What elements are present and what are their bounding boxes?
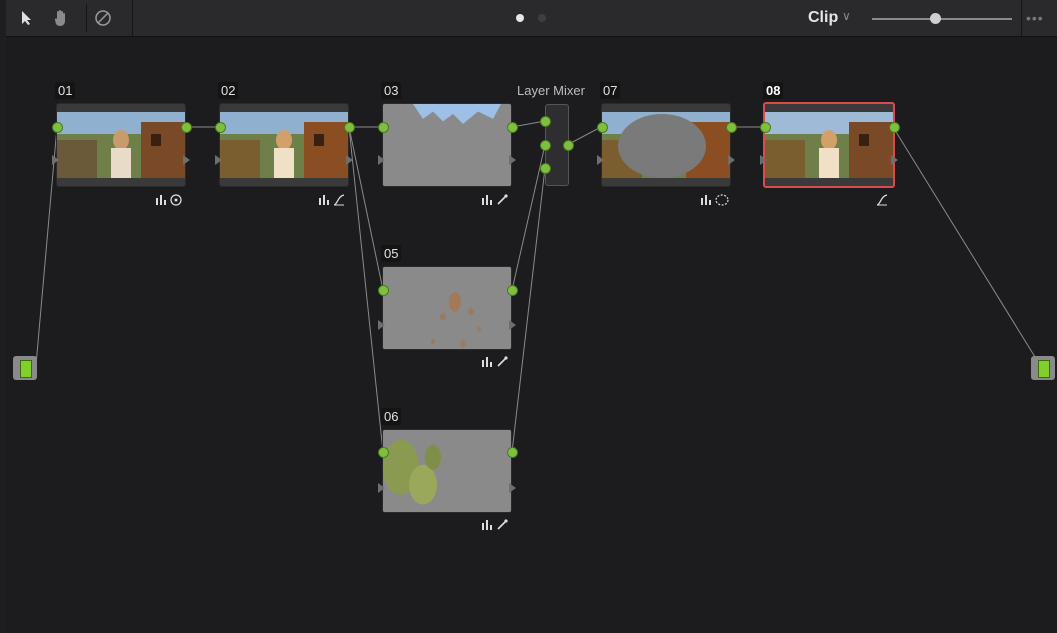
layer-mixer-label: Layer Mixer (517, 83, 585, 98)
output-port[interactable] (181, 122, 192, 133)
input-port[interactable] (52, 122, 63, 133)
node-thumbnail (765, 112, 893, 178)
key-input-triangle[interactable] (52, 155, 59, 165)
node-thumbnail (383, 267, 511, 349)
node-editor-toolbar: Clip ∨ ••• (6, 0, 1057, 37)
node-label-08: 08 (763, 82, 784, 99)
node-01[interactable] (56, 103, 186, 187)
bars-icon (482, 195, 492, 205)
node-badges-01 (156, 193, 182, 207)
node-thumbnail (57, 112, 185, 178)
output-indicator (1038, 360, 1050, 378)
key-output-triangle[interactable] (509, 155, 516, 165)
input-port[interactable] (378, 447, 389, 458)
node-badges-07 (701, 193, 729, 207)
node-thumbnail (383, 104, 511, 186)
pointer-tool-button[interactable] (16, 6, 38, 30)
key-output-triangle[interactable] (346, 155, 353, 165)
input-indicator (20, 360, 32, 378)
key-input-triangle[interactable] (378, 483, 385, 493)
eyedropper-icon (497, 194, 508, 205)
mixer-output-port[interactable] (563, 140, 574, 151)
node-02[interactable] (219, 103, 349, 187)
mixer-input-port-3[interactable] (540, 163, 551, 174)
node-badges-02 (319, 193, 345, 207)
node-badges-08 (876, 193, 888, 207)
node-label-02: 02 (218, 82, 239, 99)
mixer-input-port-2[interactable] (540, 140, 551, 151)
input-port[interactable] (378, 122, 389, 133)
page-dot-active[interactable] (516, 14, 524, 22)
eyedropper-icon (497, 519, 508, 530)
curves-icon (876, 194, 888, 206)
dashed-circle-icon (715, 194, 729, 206)
curves-icon (333, 194, 345, 206)
key-input-triangle[interactable] (378, 155, 385, 165)
node-label-07: 07 (600, 82, 621, 99)
key-input-triangle[interactable] (597, 155, 604, 165)
input-port[interactable] (597, 122, 608, 133)
zoom-slider-knob[interactable] (930, 13, 941, 24)
node-08-selected[interactable] (763, 102, 895, 188)
bypass-circle-slash-icon (95, 10, 111, 26)
bypass-button[interactable] (92, 6, 114, 30)
input-port[interactable] (215, 122, 226, 133)
bars-icon (701, 195, 711, 205)
node-06[interactable] (382, 429, 512, 513)
key-output-triangle[interactable] (509, 320, 516, 330)
key-input-triangle[interactable] (378, 320, 385, 330)
mode-selector-label[interactable]: Clip (808, 9, 838, 27)
key-output-triangle[interactable] (509, 483, 516, 493)
node-07[interactable] (601, 103, 731, 187)
source-input-node[interactable] (13, 356, 37, 380)
output-port[interactable] (344, 122, 355, 133)
node-03[interactable] (382, 103, 512, 187)
output-node[interactable] (1031, 356, 1055, 380)
output-port[interactable] (889, 122, 900, 133)
node-badges-06 (482, 518, 508, 532)
more-options-icon[interactable]: ••• (1026, 10, 1044, 26)
output-port[interactable] (507, 122, 518, 133)
input-port[interactable] (760, 122, 771, 133)
node-thumbnail (220, 112, 348, 178)
bars-icon (319, 195, 329, 205)
circle-window-icon (170, 194, 182, 206)
key-input-triangle[interactable] (215, 155, 222, 165)
mixer-input-port-1[interactable] (540, 116, 551, 127)
node-badges-05 (482, 355, 508, 369)
node-05[interactable] (382, 266, 512, 350)
output-port[interactable] (507, 285, 518, 296)
bars-icon (482, 520, 492, 530)
hand-pan-icon (54, 10, 65, 26)
hand-tool-button[interactable] (50, 6, 72, 30)
node-thumbnail (383, 430, 511, 512)
key-input-triangle[interactable] (760, 155, 767, 165)
tool-group (6, 0, 133, 36)
node-label-03: 03 (381, 82, 402, 99)
node-label-06: 06 (381, 408, 402, 425)
input-port[interactable] (378, 285, 389, 296)
bars-icon (482, 357, 492, 367)
page-dot[interactable] (538, 14, 546, 22)
eyedropper-icon (497, 356, 508, 367)
chevron-down-icon[interactable]: ∨ (842, 9, 851, 23)
node-thumbnail (602, 112, 730, 178)
output-port[interactable] (726, 122, 737, 133)
node-badges-03 (482, 193, 508, 207)
key-output-triangle[interactable] (183, 155, 190, 165)
toolbar-divider (86, 4, 87, 32)
node-label-05: 05 (381, 245, 402, 262)
bars-icon (156, 195, 166, 205)
node-label-01: 01 (55, 82, 76, 99)
key-output-triangle[interactable] (728, 155, 735, 165)
output-port[interactable] (507, 447, 518, 458)
pointer-arrow-icon (22, 11, 31, 25)
zoom-slider[interactable] (872, 13, 1012, 24)
key-output-triangle[interactable] (891, 155, 898, 165)
